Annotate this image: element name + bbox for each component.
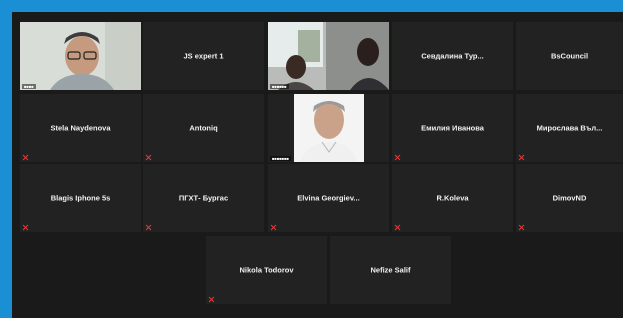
mic-muted-icon [209, 297, 214, 302]
mic-muted-icon [146, 225, 151, 230]
mic-muted-icon [23, 155, 28, 160]
participant-name: Емилия Иванова [421, 123, 484, 133]
participant-name: R.Koleva [436, 193, 469, 203]
mic-muted-icon [519, 155, 524, 160]
participant-tile[interactable]: Емилия Иванова [392, 94, 513, 162]
mic-muted-icon [271, 225, 276, 230]
mic-muted-icon [146, 155, 151, 160]
participant-video-label: ■■■■ [22, 84, 36, 89]
participant-video-label: ■■■■■■ [270, 84, 289, 89]
participant-tile[interactable]: Nefize Salif [330, 236, 451, 304]
participant-tile[interactable]: BsCouncil [516, 22, 623, 90]
participant-tile-video[interactable]: ■■■■■■■ [268, 94, 389, 162]
participant-tile[interactable]: Elvina Georgiev... [268, 164, 389, 232]
participant-name: JS expert 1 [183, 51, 224, 61]
participant-tile[interactable]: DimovND [516, 164, 623, 232]
participant-tile-video[interactable]: ■■■■ [20, 22, 141, 90]
participant-name: Nefize Salif [370, 265, 411, 275]
participant-tile[interactable]: Мирослава Въл... [516, 94, 623, 162]
mic-muted-icon [23, 225, 28, 230]
participant-name: BsCouncil [550, 51, 589, 61]
participant-name: Antoniq [189, 123, 218, 133]
participant-tile[interactable]: Blagis Iphone 5s [20, 164, 141, 232]
participant-video-room [268, 22, 389, 90]
participant-tile-video[interactable]: ■■■■■■ [268, 22, 389, 90]
participant-tile[interactable]: Nikola Todorov [206, 236, 327, 304]
participant-tile[interactable]: JS expert 1 [143, 22, 264, 90]
participant-tile[interactable]: ПГХТ- Бургас [143, 164, 264, 232]
participant-name: Севдалина Тур... [421, 51, 484, 61]
participant-name: Blagis Iphone 5s [50, 193, 111, 203]
participant-video-man [268, 94, 389, 162]
participant-video-man-glasses [20, 22, 141, 90]
mic-muted-icon [519, 225, 524, 230]
participant-tile[interactable]: Antoniq [143, 94, 264, 162]
participant-name: Мирослава Въл... [536, 123, 603, 133]
mic-muted-icon [395, 155, 400, 160]
participant-video-label: ■■■■■■■ [270, 156, 291, 161]
participant-tile[interactable]: Севдалина Тур... [392, 22, 513, 90]
participant-name: DimovND [552, 193, 587, 203]
participant-name: Elvina Georgiev... [297, 193, 360, 203]
participant-name: Stela Naydenova [50, 123, 111, 133]
participant-name: Nikola Todorov [239, 265, 294, 275]
participant-tile[interactable]: Stela Naydenova [20, 94, 141, 162]
participant-name: ПГХТ- Бургас [178, 193, 229, 203]
participant-tile[interactable]: R.Koleva [392, 164, 513, 232]
video-gallery: ■■■■ JS expert 1 ■■■■■■ Севдалина Тур...… [12, 12, 623, 318]
mic-muted-icon [395, 225, 400, 230]
